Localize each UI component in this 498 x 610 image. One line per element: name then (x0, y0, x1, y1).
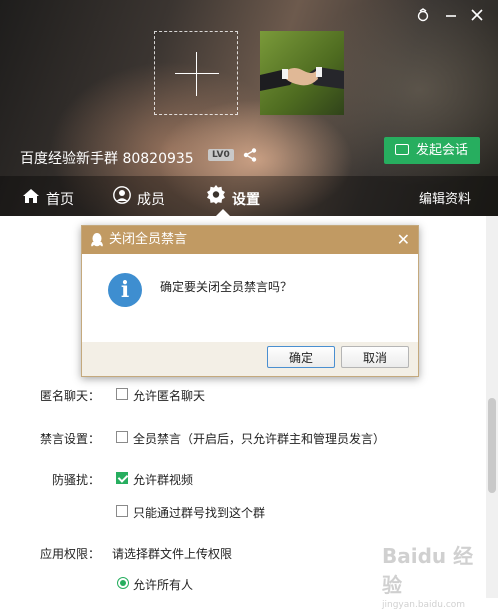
allow-everyone-option[interactable]: 允许所有人 (133, 576, 193, 593)
mute-setting-label: 禁言设置： (40, 432, 101, 446)
dialog-close-icon[interactable]: ✕ (397, 226, 410, 254)
group-avatar[interactable] (260, 31, 344, 115)
dialog-title: 关闭全员禁言 (109, 232, 188, 247)
mute-all-checkbox[interactable] (116, 431, 128, 443)
group-header: 百度经验新手群 80820935 LV0 发起会话 首页 成员 设置 编辑资料 (0, 0, 498, 216)
active-tab-indicator (216, 209, 230, 216)
start-chat-button[interactable]: 发起会话 (384, 137, 480, 164)
tab-home[interactable]: 首页 (22, 184, 74, 216)
level-badge: LV0 (208, 149, 234, 161)
handshake-image (260, 67, 344, 91)
add-avatar-button[interactable] (154, 31, 238, 115)
tab-members[interactable]: 成员 (113, 184, 165, 216)
mute-all-option[interactable]: 全员禁言（开启后，只允许群主和管理员发言） (133, 430, 385, 447)
close-icon[interactable] (468, 8, 486, 26)
watermark-url: jingyan.baidu.com (382, 600, 466, 610)
group-name: 百度经验新手群 80820935 (20, 151, 194, 167)
anonymous-chat-option[interactable]: 允许匿名聊天 (133, 387, 205, 404)
skin-icon[interactable] (414, 8, 432, 26)
user-icon (113, 184, 131, 216)
confirm-button[interactable]: 确定 (267, 346, 335, 368)
group-video-checkbox[interactable] (116, 472, 128, 484)
home-icon (22, 184, 40, 216)
qq-penguin-icon (90, 232, 104, 251)
scrollbar-thumb[interactable] (488, 398, 496, 493)
tab-bar: 首页 成员 设置 编辑资料 (0, 184, 498, 216)
dialog-message: 确定要关闭全员禁言吗？ (160, 280, 293, 294)
confirm-dialog: 关闭全员禁言 ✕ i 确定要关闭全员禁言吗？ 确定 取消 (81, 225, 419, 377)
edit-profile-link[interactable]: 编辑资料 (419, 184, 471, 216)
start-chat-label: 发起会话 (416, 143, 469, 158)
upload-permission-hint: 请选择群文件上传权限 (112, 547, 233, 561)
watermark-text: Baidu 经验 (382, 544, 474, 597)
share-icon[interactable] (242, 147, 258, 166)
minimize-icon[interactable] (442, 8, 460, 26)
dialog-title-bar: 关闭全员禁言 ✕ (82, 226, 418, 254)
anti-harass-label: 防骚扰： (52, 473, 101, 487)
allow-everyone-radio[interactable] (117, 577, 129, 589)
app-permission-label: 应用权限： (40, 547, 101, 561)
anonymous-chat-checkbox[interactable] (116, 388, 128, 400)
group-video-option[interactable]: 允许群视频 (133, 471, 193, 488)
tab-settings-label: 设置 (232, 192, 260, 208)
tab-members-label: 成员 (137, 192, 165, 208)
chat-icon (395, 144, 409, 155)
anonymous-chat-label: 匿名聊天： (40, 389, 101, 403)
tab-home-label: 首页 (46, 192, 74, 208)
tab-settings[interactable]: 设置 (206, 184, 260, 216)
info-icon: i (108, 273, 142, 307)
find-by-number-option[interactable]: 只能通过群号找到这个群 (133, 504, 265, 521)
cancel-button[interactable]: 取消 (341, 346, 409, 368)
find-by-number-checkbox[interactable] (116, 505, 128, 517)
baidu-watermark: Baidu 经验 jingyan.baidu.com (382, 540, 492, 610)
